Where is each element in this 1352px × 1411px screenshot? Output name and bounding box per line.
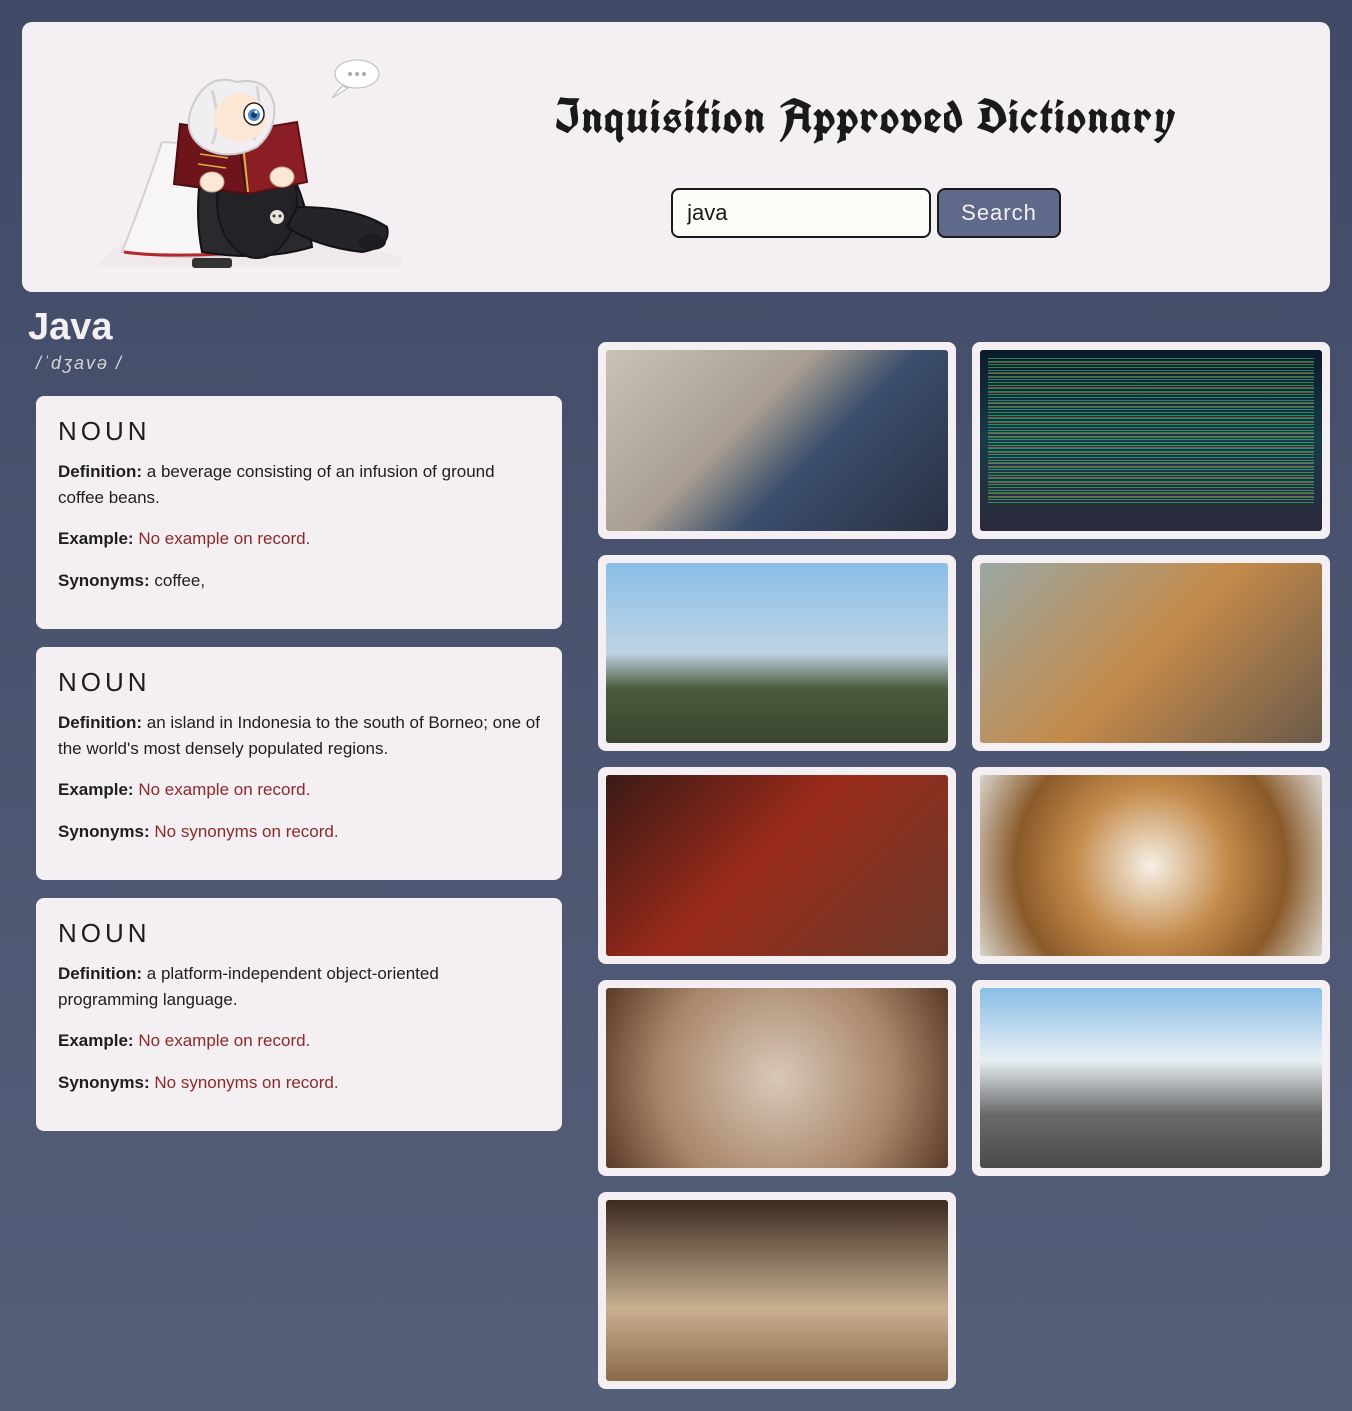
definition-line: Definition: an island in Indonesia to th…	[58, 710, 540, 761]
example-text: No example on record.	[138, 529, 310, 548]
image-card[interactable]	[972, 980, 1330, 1177]
definition-line: Definition: a platform-independent objec…	[58, 961, 540, 1012]
search-button[interactable]: Search	[937, 188, 1061, 238]
word-title: Java	[28, 306, 562, 349]
synonyms-line: Synonyms: No synonyms on record.	[58, 819, 540, 845]
synonyms-line: Synonyms: No synonyms on record.	[58, 1070, 540, 1096]
synonyms-line: Synonyms: coffee,	[58, 568, 540, 594]
borobudur-stupas-image	[980, 988, 1322, 1169]
definition-label: Definition:	[58, 964, 147, 983]
latte-art-cup-image	[980, 775, 1322, 956]
header-right: Inquisition Approved Dictionary Search	[442, 86, 1290, 238]
image-card[interactable]	[972, 342, 1330, 539]
red-pour-over-coffee-image	[606, 775, 948, 956]
example-label: Example:	[58, 780, 138, 799]
image-card[interactable]	[972, 767, 1330, 964]
search-input[interactable]	[671, 188, 931, 238]
coffee-cup-topdown-image	[606, 988, 948, 1169]
example-text: No example on record.	[138, 780, 310, 799]
synonyms-label: Synonyms:	[58, 571, 154, 590]
definition-label: Definition:	[58, 462, 147, 481]
example-text: No example on record.	[138, 1031, 310, 1050]
definition-label: Definition:	[58, 713, 147, 732]
header: Inquisition Approved Dictionary Search	[22, 22, 1330, 292]
example-line: Example: No example on record.	[58, 1028, 540, 1054]
laptop-with-java-books-image	[606, 350, 948, 531]
phonetic-text: /ˈdʒavə /	[36, 353, 562, 374]
prambanan-temple-java-image	[606, 563, 948, 744]
definition-card: NOUN Definition: a platform-independent o…	[36, 898, 562, 1131]
example-line: Example: No example on record.	[58, 777, 540, 803]
code-on-laptop-screen-image	[980, 350, 1322, 531]
search-form: Search	[671, 188, 1061, 238]
definition-card: NOUN Definition: an island in Indonesia t…	[36, 647, 562, 880]
image-card[interactable]	[972, 555, 1330, 752]
image-card[interactable]	[598, 555, 956, 752]
image-card[interactable]	[598, 980, 956, 1177]
part-of-speech: NOUN	[58, 416, 540, 447]
definitions-column: Java /ˈdʒavə / NOUN Definition: a beverag…	[22, 306, 562, 1389]
synonyms-label: Synonyms:	[58, 822, 154, 841]
coffee-cup-partial-image	[606, 1200, 948, 1381]
inquisitor-reading-icon	[62, 52, 402, 272]
example-line: Example: No example on record.	[58, 526, 540, 552]
synonyms-text: coffee,	[154, 571, 205, 590]
definition-card: NOUN Definition: a beverage consisting of…	[36, 396, 562, 629]
image-card[interactable]	[598, 1192, 956, 1389]
images-grid	[598, 306, 1330, 1389]
synonyms-text: No synonyms on record.	[154, 822, 338, 841]
logo-illustration	[62, 52, 402, 272]
synonyms-label: Synonyms:	[58, 1073, 154, 1092]
example-label: Example:	[58, 1031, 138, 1050]
example-label: Example:	[58, 529, 138, 548]
synonyms-text: No synonyms on record.	[154, 1073, 338, 1092]
definition-line: Definition: a beverage consisting of an …	[58, 459, 540, 510]
part-of-speech: NOUN	[58, 667, 540, 698]
site-title: Inquisition Approved Dictionary	[556, 86, 1177, 148]
part-of-speech: NOUN	[58, 918, 540, 949]
volcano-landscape-image	[980, 563, 1322, 744]
image-card[interactable]	[598, 767, 956, 964]
content-area: Java /ˈdʒavə / NOUN Definition: a beverag…	[22, 300, 1330, 1389]
image-card[interactable]	[598, 342, 956, 539]
